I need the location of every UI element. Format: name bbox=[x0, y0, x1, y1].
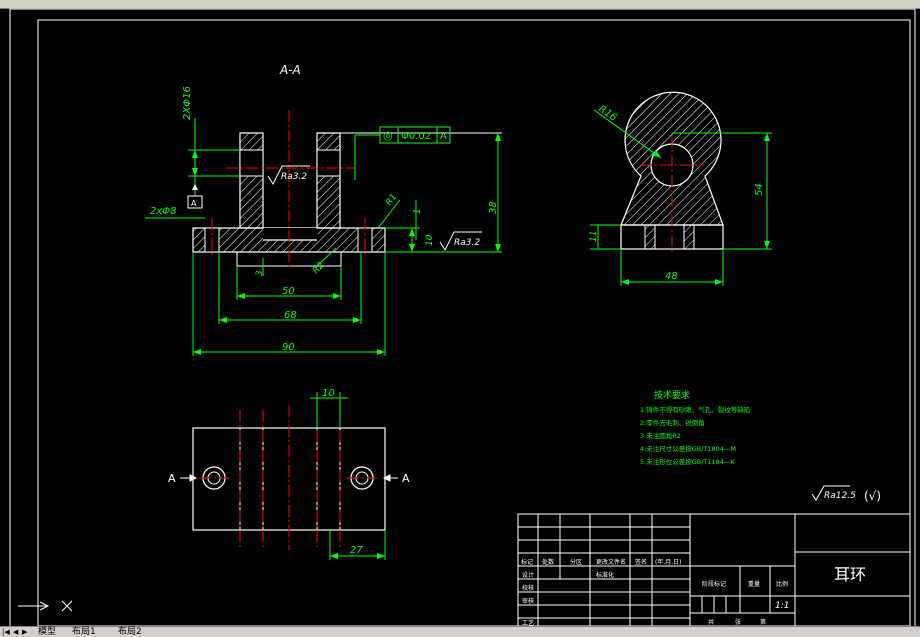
layout-tabs: |◀ ◀ ▶ 模型 布局1 布局2 bbox=[0, 626, 920, 637]
tb-weight-label: 重量 bbox=[748, 580, 760, 588]
dim-90: 90 bbox=[282, 342, 295, 353]
dim-50: 50 bbox=[282, 286, 295, 297]
global-roughness-value: Ra12.5 bbox=[824, 491, 856, 501]
tb-std-label: 标准化 bbox=[596, 571, 614, 579]
tab-nav-next-icon[interactable]: ▶ bbox=[22, 628, 32, 636]
tech-note-line: 4.未注尺寸公差按GB/T1804—M bbox=[640, 444, 736, 453]
tech-notes-title: 技术要求 bbox=[654, 389, 690, 401]
tb-left-label: 设计 bbox=[522, 571, 534, 579]
tb-scale-value: 1:1 bbox=[775, 601, 789, 611]
tb-row-label: (年.月.日) bbox=[655, 558, 682, 566]
tb-scale-label: 比例 bbox=[776, 580, 788, 588]
tb-row-label: 分区 bbox=[570, 558, 582, 566]
tb-row-label: 标记 bbox=[521, 558, 533, 566]
tb-row-label: 处数 bbox=[542, 558, 554, 566]
tolerance-value: Φ0.02 bbox=[401, 131, 431, 142]
dim-11: 11 bbox=[589, 231, 599, 242]
dim-48: 48 bbox=[665, 271, 678, 282]
ucs-icon bbox=[18, 600, 73, 612]
part-name: 耳环 bbox=[834, 565, 866, 584]
dim-hole-spec-left: 2xΦ8 bbox=[150, 206, 177, 217]
datum-box-label: A bbox=[191, 199, 197, 208]
tech-note-line: 5.未注形位公差按GB/T1184—K bbox=[640, 457, 735, 466]
tolerance-frame: ◎ Φ0.02 A bbox=[379, 126, 451, 144]
section-arrow-A-right: A bbox=[402, 472, 410, 485]
tb-left-label: 校核 bbox=[522, 584, 534, 592]
tb-left-label: 审核 bbox=[522, 597, 534, 605]
tb-stage-label: 阶段标记 bbox=[702, 580, 726, 588]
tb-sheet-mid: 张 bbox=[735, 618, 741, 626]
dim-10-top: 10 bbox=[322, 388, 335, 399]
dim-38: 38 bbox=[488, 201, 499, 214]
tab-nav-first-icon[interactable]: |◀ bbox=[2, 628, 12, 636]
section-view: A-A A ◎ Φ0.02 A Ra3.2 Ra3.2 2XΦ16 2xΦ8 3… bbox=[145, 63, 502, 356]
dim-R16: R16 bbox=[596, 103, 618, 123]
tech-note-line: 2.零件去毛刺、锐倒角 bbox=[640, 418, 705, 427]
drawing-canvas[interactable]: A-A A ◎ Φ0.02 A Ra3.2 Ra3.2 2XΦ16 2xΦ8 3… bbox=[0, 0, 920, 636]
dim-54: 54 bbox=[754, 183, 765, 196]
section-label: A-A bbox=[279, 63, 301, 77]
tb-sheet-right: 第 bbox=[760, 618, 766, 626]
dim-10: 10 bbox=[425, 234, 435, 246]
side-view: R16 54 11 48 bbox=[589, 91, 772, 286]
global-roughness-paren: (√) bbox=[864, 489, 881, 503]
sheet-frame bbox=[9, 8, 916, 635]
roughness-right: Ra3.2 bbox=[454, 238, 480, 248]
dim-hole-spec-vertical: 2XΦ16 bbox=[182, 86, 193, 120]
tech-note-line: 3.未注圆角R2 bbox=[640, 431, 681, 440]
top-view: A A 10 27 bbox=[168, 388, 410, 560]
dim-27: 27 bbox=[350, 545, 363, 556]
tb-row-label: 更改文件名 bbox=[596, 558, 626, 566]
section-arrow-A-left: A bbox=[168, 472, 176, 485]
global-roughness: Ra12.5 (√) bbox=[811, 485, 881, 503]
dim-3: 3 bbox=[255, 270, 265, 276]
tech-notes: 技术要求 1.铸件不得有砂眼、气孔、裂纹等缺陷 2.零件去毛刺、锐倒角 3.未注… bbox=[640, 389, 750, 466]
tb-sheet-left: 共 bbox=[708, 618, 714, 626]
tb-row-label: 签名 bbox=[635, 558, 647, 566]
dim-68: 68 bbox=[284, 310, 297, 321]
dim-R2: R2 bbox=[311, 260, 327, 276]
tolerance-symbol: ◎ bbox=[383, 129, 393, 142]
dim-1: 1 bbox=[413, 208, 423, 214]
dim-R1: R1 bbox=[384, 192, 399, 208]
tolerance-datum: A bbox=[440, 131, 447, 142]
tech-note-line: 1.铸件不得有砂眼、气孔、裂纹等缺陷 bbox=[640, 405, 750, 414]
roughness-top: Ra3.2 bbox=[281, 172, 307, 182]
